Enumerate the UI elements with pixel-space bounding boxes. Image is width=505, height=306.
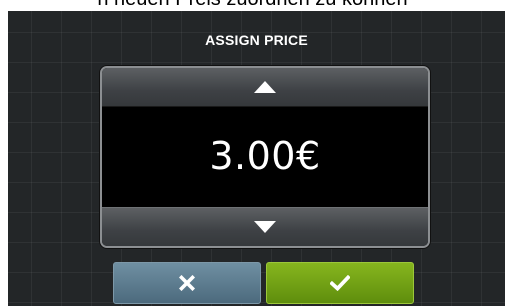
confirm-button[interactable] [266,262,414,304]
increase-price-button[interactable] [102,68,428,107]
cancel-button[interactable] [113,262,261,304]
dialog-title: ASSIGN PRICE [205,32,308,48]
triangle-down-icon [254,221,276,233]
decrease-price-button[interactable] [102,207,428,246]
document-caption: n neuen Preis zuordnen zu können [0,0,505,10]
checkmark-icon [330,275,350,291]
price-selector: 3.00€ [100,66,430,248]
price-value: 3.00€ [209,134,321,178]
page: n neuen Preis zuordnen zu können ASSIGN … [0,0,505,306]
machine-screen: ASSIGN PRICE 3.00€ [8,11,505,306]
close-x-icon [179,275,195,291]
triangle-up-icon [254,81,276,93]
